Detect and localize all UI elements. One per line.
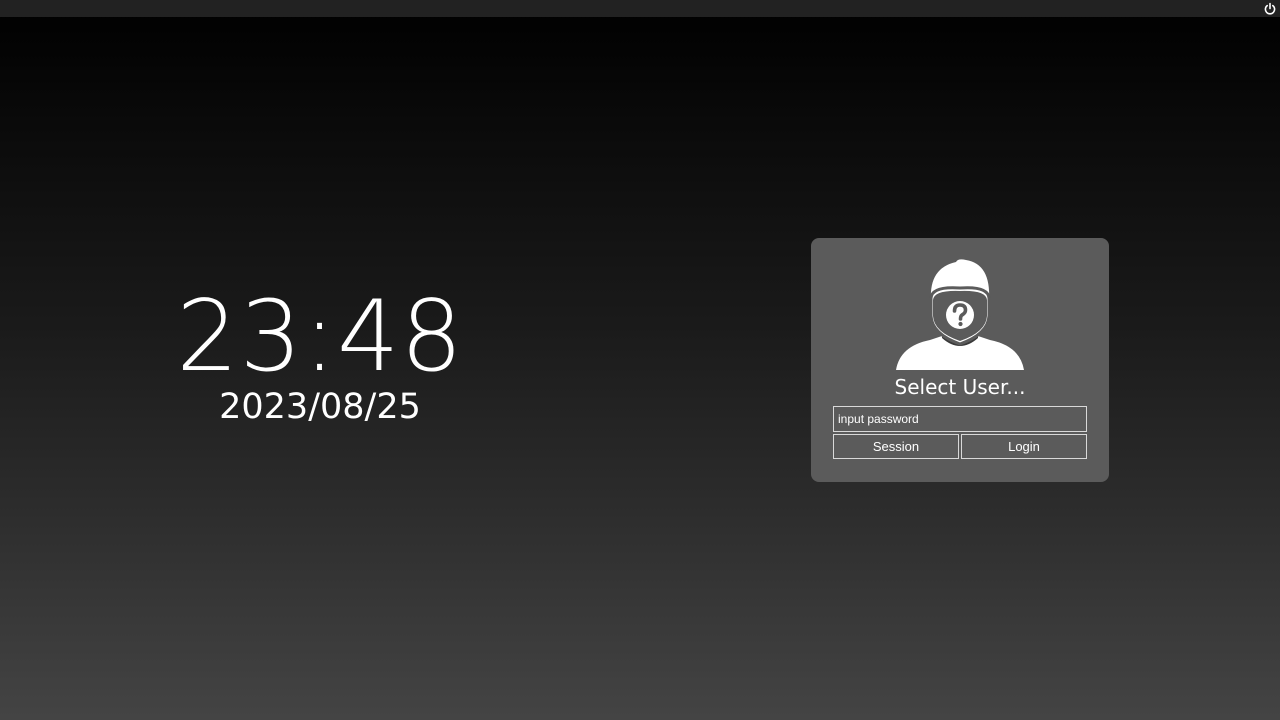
login-card: Select User... Session Login xyxy=(811,238,1109,482)
user-unknown-icon xyxy=(896,259,1024,370)
select-user-label[interactable]: Select User... xyxy=(811,373,1109,401)
session-button[interactable]: Session xyxy=(833,434,959,459)
login-button[interactable]: Login xyxy=(961,434,1087,459)
power-icon xyxy=(1264,2,1276,15)
clock: 23:48 2023/08/25 xyxy=(160,283,480,429)
password-input[interactable] xyxy=(833,406,1087,432)
top-bar xyxy=(0,0,1280,17)
power-button[interactable] xyxy=(1263,1,1277,15)
clock-time: 23:48 xyxy=(176,280,464,394)
